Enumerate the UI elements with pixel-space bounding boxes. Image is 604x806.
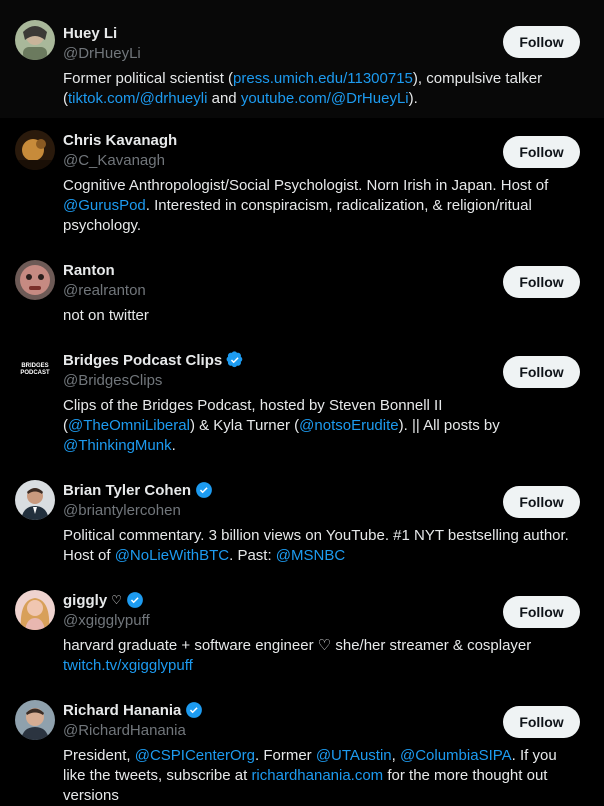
user-bio: not on twitter <box>63 306 588 326</box>
bio-text: harvard graduate + software engineer ♡ s… <box>63 637 532 654</box>
verified-badge-icon <box>226 351 243 368</box>
bio-text: not on twitter <box>63 307 149 324</box>
bio-text: . <box>171 437 176 454</box>
user-cell[interactable]: Brian Tyler Cohen @briantylercohen Polit… <box>0 468 604 578</box>
follow-button[interactable]: Follow <box>503 136 580 168</box>
user-bio: President, @CSPICenterOrg. Former @UTAus… <box>63 746 588 806</box>
follow-button[interactable]: Follow <box>503 26 580 58</box>
bio-link[interactable]: richardhanania.com <box>251 767 383 784</box>
user-bio: Cognitive Anthropologist/Social Psycholo… <box>63 176 588 236</box>
bio-text: . Former <box>254 747 316 764</box>
verified-badge-icon <box>196 482 212 498</box>
bio-link[interactable]: tiktok.com/@drhueyli <box>68 90 207 107</box>
avatar[interactable] <box>15 130 55 170</box>
bio-link[interactable]: @GurusPod <box>63 197 146 214</box>
bio-link[interactable]: @MSNBC <box>276 547 345 564</box>
user-cell[interactable]: BRIDGES PODCAST Bridges Podcast Clips @B… <box>0 338 604 468</box>
user-bio: Political commentary. 3 billion views on… <box>63 526 588 566</box>
bio-link[interactable]: @UTAustin <box>316 747 392 764</box>
avatar[interactable] <box>15 480 55 520</box>
user-name[interactable]: Chris Kavanagh <box>63 132 177 149</box>
user-name[interactable]: Huey Li <box>63 25 117 42</box>
verified-badge-icon <box>127 592 143 608</box>
user-bio: Former political scientist (press.umich.… <box>63 69 588 109</box>
bio-link[interactable]: @CSPICenterOrg <box>135 747 255 764</box>
bio-link[interactable]: @notsoErudite <box>299 417 398 434</box>
bio-text: ). <box>408 90 418 107</box>
bio-link[interactable]: @ColumbiaSIPA <box>400 747 512 764</box>
avatar[interactable] <box>15 700 55 740</box>
avatar[interactable] <box>15 260 55 300</box>
user-bio: harvard graduate + software engineer ♡ s… <box>63 636 588 676</box>
bio-text: and <box>207 90 241 107</box>
user-cell[interactable]: giggly ♡ @xgigglypuff harvard graduate +… <box>0 578 604 688</box>
bio-link[interactable]: @TheOmniLiberal <box>68 417 190 434</box>
user-name[interactable]: Ranton <box>63 262 115 279</box>
bio-link[interactable]: press.umich.edu/11300715 <box>233 70 413 87</box>
bio-text: , <box>391 747 400 764</box>
name-heart-icon: ♡ <box>111 593 122 607</box>
user-name[interactable]: Richard Hanania <box>63 702 181 719</box>
bio-text: ). || All posts by <box>398 417 500 434</box>
user-cell[interactable]: Huey Li @DrHueyLi Former political scien… <box>0 0 604 118</box>
bio-link[interactable]: @ThinkingMunk <box>63 437 172 454</box>
user-cell[interactable]: Chris Kavanagh @C_Kavanagh Cognitive Ant… <box>0 118 604 248</box>
follow-button[interactable]: Follow <box>503 706 580 738</box>
avatar[interactable]: BRIDGES PODCAST <box>15 350 55 390</box>
bio-text: . Past: <box>229 547 276 564</box>
user-cell[interactable]: Richard Hanania @RichardHanania Presiden… <box>0 688 604 804</box>
avatar-logo-text: BRIDGES PODCAST <box>20 363 50 376</box>
avatar[interactable] <box>15 590 55 630</box>
follow-button[interactable]: Follow <box>503 486 580 518</box>
follow-button[interactable]: Follow <box>503 356 580 388</box>
verified-badge-icon <box>186 702 203 718</box>
user-name[interactable]: Brian Tyler Cohen <box>63 482 191 499</box>
bio-text: Cognitive Anthropologist/Social Psycholo… <box>63 177 549 194</box>
user-name[interactable]: Bridges Podcast Clips <box>63 352 222 369</box>
user-bio: Clips of the Bridges Podcast, hosted by … <box>63 396 588 456</box>
bio-link[interactable]: youtube.com/@DrHueyLi <box>241 90 409 107</box>
bio-link[interactable]: twitch.tv/xgigglypuff <box>63 657 193 674</box>
bio-link[interactable]: @NoLieWithBTC <box>115 547 229 564</box>
bio-text: Former political scientist ( <box>63 70 234 87</box>
bio-text: ) & Kyla Turner ( <box>189 417 300 434</box>
avatar[interactable] <box>15 20 55 60</box>
user-cell[interactable]: Ranton @realranton not on twitter Follow <box>0 248 604 338</box>
who-to-follow-list: Huey Li @DrHueyLi Former political scien… <box>0 0 604 804</box>
user-name[interactable]: giggly <box>63 592 107 609</box>
follow-button[interactable]: Follow <box>503 266 580 298</box>
bio-text: President, <box>63 747 135 764</box>
follow-button[interactable]: Follow <box>503 596 580 628</box>
